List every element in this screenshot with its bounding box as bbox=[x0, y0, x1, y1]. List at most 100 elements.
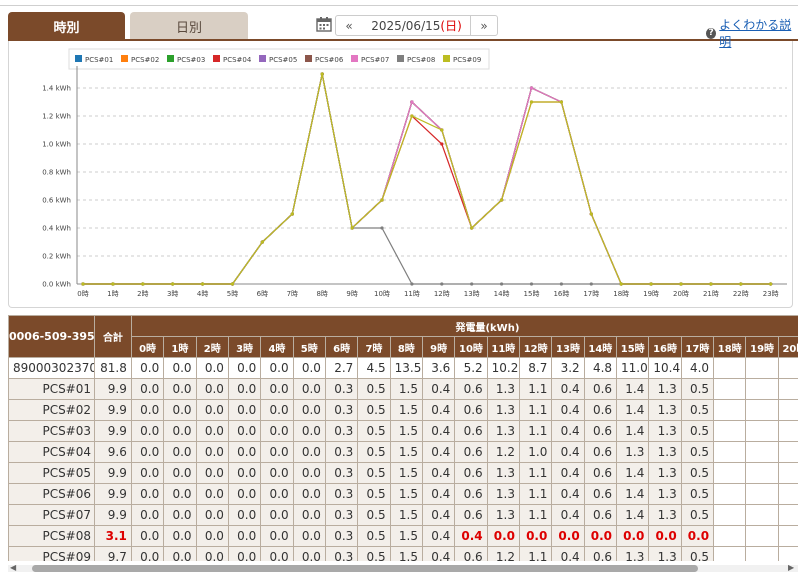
table-row: PCS#06 9.9 0.0 0.0 0.0 0.0 0.0 0.0 0.3 0.5 1.5 0.4 0… bbox=[8, 483, 798, 505]
hour-cell: 10.2 bbox=[486, 357, 521, 379]
row-name: PCS#08 bbox=[8, 525, 96, 547]
hour-cell: 0.5 bbox=[357, 378, 391, 400]
table-row: PCS#03 9.9 0.0 0.0 0.0 0.0 0.0 0.0 0.3 0.5 1.5 0.4 0… bbox=[8, 420, 798, 442]
hour-cell: 0.4 bbox=[421, 378, 456, 400]
hour-header: 2時 bbox=[195, 336, 229, 358]
x-tick-label: 13時 bbox=[464, 290, 480, 298]
hour-cell: 0.3 bbox=[324, 420, 359, 442]
hour-cell: 0.0 bbox=[227, 504, 262, 526]
prev-arrow-icon: « bbox=[345, 18, 353, 33]
hour-cell: 0.4 bbox=[421, 525, 456, 547]
hour-cell bbox=[745, 399, 779, 421]
row-name: PCS#02 bbox=[8, 399, 96, 421]
hour-cell bbox=[745, 378, 779, 400]
row-total: 9.9 bbox=[94, 399, 132, 421]
series-point bbox=[559, 282, 564, 286]
legend-label: PCS#08 bbox=[407, 56, 435, 64]
hour-cell: 1.4 bbox=[616, 378, 650, 400]
horizontal-scrollbar[interactable]: ◀ ▶ bbox=[8, 563, 798, 573]
hour-cell bbox=[745, 441, 779, 463]
x-tick-label: 21時 bbox=[703, 290, 719, 298]
next-date-button[interactable]: » bbox=[470, 15, 498, 36]
hour-header: 9時 bbox=[421, 336, 456, 358]
hour-cell bbox=[777, 483, 798, 505]
x-tick-label: 4時 bbox=[197, 290, 208, 298]
hour-cell: 0.0 bbox=[195, 399, 229, 421]
hour-cell: 1.5 bbox=[389, 441, 423, 463]
scroll-right-icon[interactable]: ▶ bbox=[788, 563, 794, 573]
series-point bbox=[111, 282, 115, 286]
scrollbar-thumb[interactable] bbox=[32, 565, 698, 572]
row-total: 9.9 bbox=[94, 483, 132, 505]
hour-header: 1時 bbox=[163, 336, 197, 358]
hour-cell: 0.0 bbox=[227, 357, 262, 379]
calendar-icon[interactable] bbox=[316, 16, 332, 32]
series-point bbox=[440, 128, 444, 132]
x-tick-label: 8時 bbox=[316, 290, 327, 298]
hour-cell: 8.7 bbox=[518, 357, 553, 379]
hour-cell: 0.0 bbox=[163, 504, 197, 526]
hour-cell: 0.0 bbox=[227, 546, 262, 561]
legend-swatch bbox=[397, 55, 404, 62]
prev-date-button[interactable]: « bbox=[335, 15, 363, 36]
table-row: PCS#02 9.9 0.0 0.0 0.0 0.0 0.0 0.0 0.3 0.5 1.5 0.4 0… bbox=[8, 399, 798, 421]
tab-daily[interactable]: 日別 bbox=[130, 12, 248, 40]
series-point bbox=[500, 282, 504, 286]
hour-cell: 0.0 bbox=[163, 399, 197, 421]
series-point bbox=[679, 282, 683, 286]
row-total: 3.1 bbox=[94, 525, 132, 547]
data-table-container: 0006-509-3952 合計 発電量(kWh) 0時 1時 2時 3時 4時 5時 6時… bbox=[8, 315, 798, 561]
hour-cell: 0.4 bbox=[551, 441, 585, 463]
series-point bbox=[500, 198, 504, 202]
hour-cell: 1.1 bbox=[518, 378, 553, 400]
hour-cell bbox=[777, 546, 798, 561]
row-name: PCS#05 bbox=[8, 462, 96, 484]
hour-cell: 0.4 bbox=[551, 483, 585, 505]
hour-cell: 0.0 bbox=[195, 525, 229, 547]
row-total: 9.6 bbox=[94, 441, 132, 463]
hour-cell: 0.4 bbox=[421, 546, 456, 561]
hour-cell: 0.4 bbox=[421, 441, 456, 463]
hour-cell: 0.0 bbox=[130, 462, 165, 484]
hour-cell bbox=[745, 483, 779, 505]
top-divider bbox=[0, 0, 798, 6]
hour-cell: 0.3 bbox=[324, 462, 359, 484]
hour-cell: 0.6 bbox=[454, 441, 488, 463]
table-row: PCS#07 9.9 0.0 0.0 0.0 0.0 0.0 0.0 0.3 0.5 1.5 0.4 0… bbox=[8, 504, 798, 526]
hour-cell: 0.0 bbox=[292, 462, 326, 484]
hour-header: 20時 bbox=[777, 336, 798, 358]
legend-swatch bbox=[305, 55, 312, 62]
hour-header: 0時 bbox=[130, 336, 165, 358]
legend-swatch bbox=[259, 55, 266, 62]
x-tick-label: 14時 bbox=[494, 290, 510, 298]
hour-cell: 1.5 bbox=[389, 525, 423, 547]
hour-cell: 0.0 bbox=[292, 420, 326, 442]
hour-cell: 1.5 bbox=[389, 483, 423, 505]
date-text: 2025/06/15 bbox=[371, 18, 441, 33]
table-row: 89000302370081.80.00.00.00.00.00.02.74.5… bbox=[8, 357, 798, 379]
legend-swatch bbox=[75, 55, 82, 62]
hour-cell: 0.6 bbox=[454, 420, 488, 442]
hour-cell: 0.0 bbox=[292, 483, 326, 505]
hour-cell: 1.1 bbox=[518, 546, 553, 561]
hour-header: 4時 bbox=[260, 336, 294, 358]
series-line bbox=[83, 73, 771, 285]
row-name: PCS#07 bbox=[8, 504, 96, 526]
series-line bbox=[83, 73, 771, 285]
hour-cell: 0.0 bbox=[292, 546, 326, 561]
legend-label: PCS#04 bbox=[223, 56, 252, 64]
legend-label: PCS#06 bbox=[315, 56, 344, 64]
hour-cell: 0.0 bbox=[130, 483, 165, 505]
x-tick-label: 12時 bbox=[434, 290, 450, 298]
hour-cell: 0.0 bbox=[163, 483, 197, 505]
hour-cell: 0.0 bbox=[195, 546, 229, 561]
hour-cell: 0.6 bbox=[454, 399, 488, 421]
hour-cell: 1.3 bbox=[648, 441, 682, 463]
tab-hourly[interactable]: 時別 bbox=[8, 12, 125, 40]
hour-cell: 0.5 bbox=[680, 441, 715, 463]
scroll-left-icon[interactable]: ◀ bbox=[10, 563, 16, 573]
row-name: PCS#04 bbox=[8, 441, 96, 463]
weekday-text: (日) bbox=[440, 19, 462, 33]
hour-cell: 4.8 bbox=[583, 357, 618, 379]
hour-cell: 0.5 bbox=[357, 462, 391, 484]
